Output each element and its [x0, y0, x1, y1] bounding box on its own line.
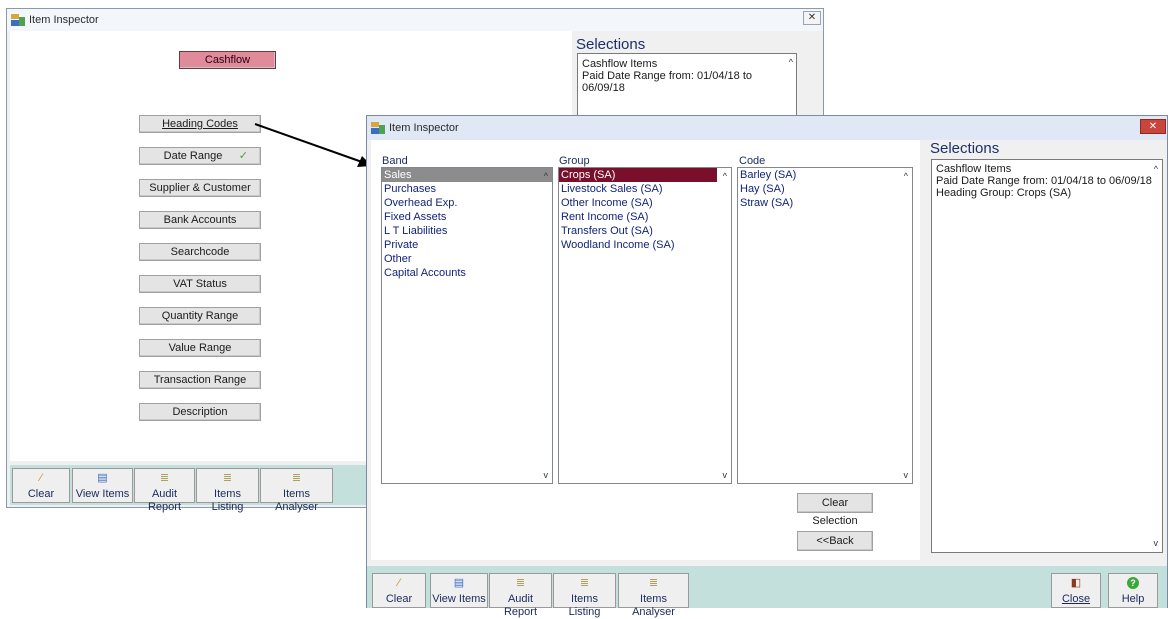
front-toolbar: ⁄ Clear ▤ View Items ≣ Audit Report ≣ Items …: [367, 566, 1167, 618]
front-titlebar: Item Inspector: [367, 116, 1167, 140]
scroll-down-icon[interactable]: v: [904, 470, 909, 480]
code-label: Code: [739, 155, 766, 167]
broom-icon: ⁄: [398, 577, 400, 589]
list-item[interactable]: Crops (SA): [559, 168, 717, 182]
list-item[interactable]: Transfers Out (SA): [559, 224, 731, 238]
items-analyser-label: Items Analyser: [632, 593, 675, 618]
front-window-title: Item Inspector: [389, 122, 459, 134]
scroll-up-icon[interactable]: ^: [904, 171, 908, 181]
analyser-icon: ≣: [648, 577, 659, 589]
front-close-button[interactable]: ✕: [1140, 119, 1166, 134]
code-list[interactable]: Barley (SA) Hay (SA) Straw (SA) ^ v: [737, 167, 913, 484]
app-icon: [371, 122, 385, 134]
list-item[interactable]: Sales: [382, 168, 552, 182]
scroll-down-icon[interactable]: v: [1154, 537, 1159, 549]
list-item[interactable]: Fixed Assets: [382, 210, 552, 224]
help-label: Help: [1121, 593, 1145, 605]
list-item[interactable]: Capital Accounts: [382, 266, 552, 280]
clear-selection-button[interactable]: Clear Selection: [797, 493, 873, 527]
list-item[interactable]: Purchases: [382, 182, 552, 196]
audit-report-button[interactable]: ≣ Audit Report: [489, 573, 552, 618]
back-button[interactable]: <<Back: [797, 531, 873, 551]
audit-report-label: Audit Report: [503, 593, 538, 618]
clear-label: Clear: [385, 593, 413, 605]
list-item[interactable]: Barley (SA): [738, 168, 912, 182]
report-icon: ≣: [515, 577, 526, 589]
list-item[interactable]: Straw (SA): [738, 196, 912, 210]
group-label: Group: [559, 155, 590, 167]
band-list[interactable]: Sales Purchases Overhead Exp. Fixed Asse…: [381, 167, 553, 484]
view-items-icon: ▤: [453, 577, 465, 589]
scroll-up-icon[interactable]: ^: [723, 171, 727, 181]
listing-icon: ≣: [579, 577, 590, 589]
door-exit-icon: ◧: [1070, 577, 1082, 589]
items-listing-button[interactable]: ≣ Items Listing: [553, 573, 616, 618]
group-list[interactable]: Crops (SA) Livestock Sales (SA) Other In…: [558, 167, 732, 484]
list-item[interactable]: Livestock Sales (SA): [559, 182, 731, 196]
list-item[interactable]: L T Liabilities: [382, 224, 552, 238]
items-analyser-button[interactable]: ≣ Items Analyser: [618, 573, 689, 618]
list-item[interactable]: Woodland Income (SA): [559, 238, 731, 252]
help-icon: ?: [1127, 577, 1139, 589]
list-item[interactable]: Other Income (SA): [559, 196, 731, 210]
clear-button[interactable]: ⁄ Clear: [372, 573, 426, 608]
front-panel: Band Group Code Sales Purchases Overhead…: [371, 140, 920, 560]
scroll-up-icon[interactable]: ^: [544, 171, 548, 181]
view-items-button[interactable]: ▤ View Items: [430, 573, 488, 608]
selection-line: Cashflow Items: [936, 163, 1012, 175]
scroll-down-icon[interactable]: v: [544, 470, 549, 480]
band-label: Band: [382, 155, 408, 167]
scroll-up-icon[interactable]: ^: [1154, 163, 1158, 175]
list-item[interactable]: Hay (SA): [738, 182, 912, 196]
close-label: Close: [1061, 593, 1091, 605]
list-item[interactable]: Other: [382, 252, 552, 266]
items-listing-label: Items Listing: [568, 593, 601, 618]
scroll-down-icon[interactable]: v: [723, 470, 728, 480]
help-button[interactable]: ? Help: [1108, 573, 1158, 608]
selection-line: Heading Group: Crops (SA): [936, 187, 1072, 199]
list-item[interactable]: Private: [382, 238, 552, 252]
front-window: Item Inspector ✕ Band Group Code Sales P…: [366, 115, 1168, 618]
front-selections-box: Cashflow Items Paid Date Range from: 01/…: [931, 159, 1163, 553]
list-item[interactable]: Overhead Exp.: [382, 196, 552, 210]
close-button[interactable]: ◧ Close: [1051, 573, 1101, 608]
selection-line: Paid Date Range from: 01/04/18 to 06/09/…: [936, 175, 1152, 187]
list-item[interactable]: Rent Income (SA): [559, 210, 731, 224]
view-items-label: View Items: [432, 593, 486, 605]
front-selections-heading: Selections: [930, 140, 1000, 157]
